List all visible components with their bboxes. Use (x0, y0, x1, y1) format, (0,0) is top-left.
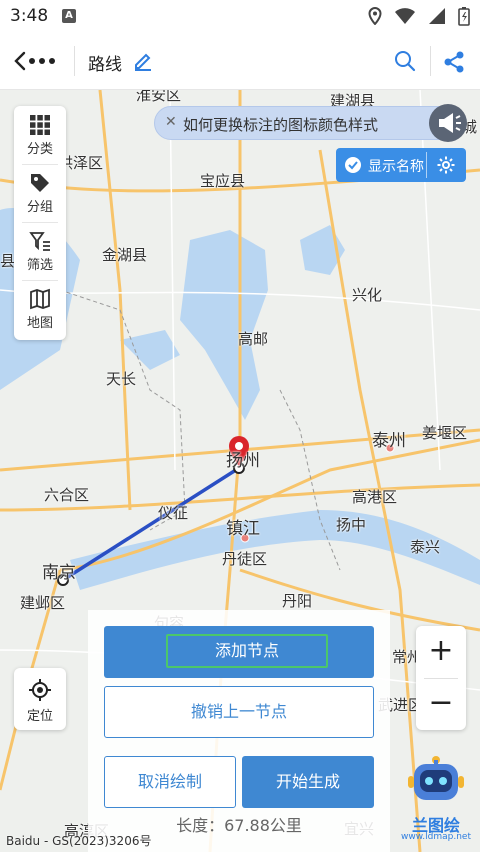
share-icon[interactable] (442, 50, 466, 74)
map-label: 南京 (42, 563, 76, 583)
location-status-icon (368, 7, 382, 25)
tool-label: 分类 (26, 142, 53, 157)
tool-filter[interactable]: 筛选 (14, 222, 66, 280)
generate-button[interactable]: 开始生成 (242, 756, 374, 808)
appbar-divider (74, 46, 75, 76)
map-tool-panel: 分类 分组 筛选 地图 (14, 106, 66, 340)
zoom-control: + − (416, 626, 466, 730)
locate-button[interactable]: 定位 (14, 668, 66, 730)
status-icons (368, 6, 470, 26)
tool-label: 地图 (26, 316, 53, 331)
map-label: 金湖县 (102, 246, 148, 264)
crosshair-icon (29, 679, 51, 701)
locate-label: 定位 (26, 709, 53, 724)
show-names-label: 显示名称 (368, 159, 424, 175)
map-copyright: Baidu - GS(2023)3206号 (6, 834, 152, 848)
edit-pencil-icon[interactable] (132, 50, 154, 72)
tool-category[interactable]: 分类 (14, 106, 66, 164)
tool-group[interactable]: 分组 (14, 164, 66, 222)
map-label: 泰兴 (410, 538, 441, 556)
back-more-icon[interactable] (12, 48, 60, 74)
undo-node-button[interactable]: 撤销上一节点 (104, 686, 374, 738)
search-icon[interactable] (394, 50, 416, 72)
map-label: 高港区 (352, 488, 398, 506)
map-label: 泰州 (372, 431, 406, 451)
robot-mascot-icon (408, 756, 464, 800)
cancel-draw-button[interactable]: 取消绘制 (104, 756, 236, 808)
map-label: 仪征 (158, 504, 189, 522)
map-label: 丹徒区 (222, 550, 268, 568)
wifi-icon (395, 8, 415, 24)
tag-icon (31, 174, 49, 192)
ldmap-logo: 兰图绘 www.ldmap.net (400, 754, 472, 846)
filter-icon (29, 232, 50, 251)
notification-badge: A (62, 9, 76, 23)
tool-label: 筛选 (26, 258, 53, 273)
zoom-in-button[interactable]: + (416, 626, 466, 678)
logo-url: www.ldmap.net (401, 832, 471, 842)
map-icon (30, 288, 50, 310)
map-label: 扬中 (336, 516, 367, 534)
map-label: 县 (0, 252, 16, 270)
tip-text: 如何更换标注的图标颜色样式 (183, 116, 379, 134)
map-label: 姜堰区 (422, 424, 468, 442)
map-view[interactable]: 淮安区 建湖县 洪泽区 宝应县 金湖县 兴化 高邮 天长 泰州 姜堰区 扬州 六… (0, 90, 480, 852)
tool-map[interactable]: 地图 (14, 280, 66, 338)
signal-icon (429, 8, 445, 24)
map-label: 高邮 (238, 330, 269, 348)
check-icon (345, 157, 361, 173)
close-icon[interactable]: ✕ (165, 114, 177, 130)
add-node-label: 添加节点 (166, 634, 328, 668)
megaphone-icon[interactable] (429, 104, 467, 142)
battery-icon (458, 7, 470, 26)
map-label: 扬州 (226, 451, 260, 471)
map-label: 丹阳 (282, 592, 313, 610)
appbar-divider-2 (430, 46, 431, 76)
show-names-toggle[interactable]: 显示名称 (336, 148, 466, 182)
add-node-button[interactable]: 添加节点 (104, 626, 374, 678)
map-label: 兴化 (352, 286, 383, 304)
grid-icon (30, 115, 50, 135)
status-time: 3:48 (10, 6, 49, 26)
status-bar: 3:48 A (0, 0, 480, 32)
page-title: 路线 (88, 55, 122, 75)
tool-label: 分组 (26, 200, 53, 215)
gear-icon[interactable] (436, 155, 456, 175)
map-label: 淮安区 (136, 90, 182, 104)
map-label: 镇江 (226, 519, 260, 539)
app-bar: 路线 (0, 32, 480, 90)
map-label: 建邺区 (20, 594, 66, 612)
tip-banner[interactable]: ✕ 如何更换标注的图标颜色样式 (154, 104, 467, 142)
map-label: 宝应县 (200, 172, 246, 190)
map-label: 六合区 (44, 486, 90, 504)
show-names-divider (426, 152, 427, 178)
zoom-out-button[interactable]: − (416, 678, 466, 730)
map-label: 天长 (106, 370, 137, 388)
